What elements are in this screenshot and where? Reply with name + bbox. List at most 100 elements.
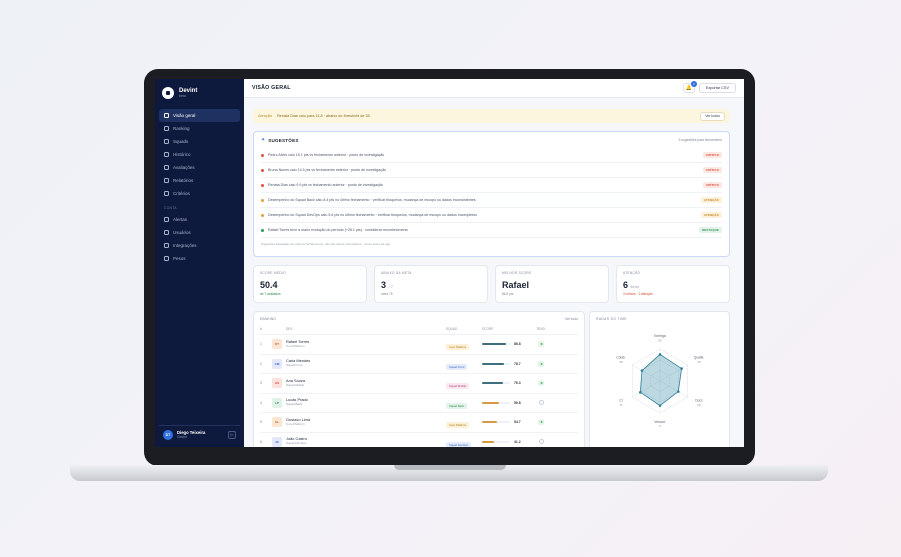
kpi-label: ABAIXO DA META: [381, 271, 412, 275]
squad-cell: Squad DevOps: [446, 433, 482, 447]
main-content: VISÃO GERAL 🔔 2 Exportar CSV Atenção Ren…: [244, 79, 744, 447]
sidebar-item-1-items2[interactable]: Usuários: [159, 226, 240, 239]
sidebar-item-0-items[interactable]: Visão geral: [159, 109, 240, 122]
radar-axis-value: 66: [697, 403, 701, 407]
kpi-value: 6 itens: [623, 280, 723, 290]
score-cell: 76.3: [482, 381, 534, 385]
kpi-card: ATENÇÃO 6 itens 3 críticos · 2 atenção: [616, 265, 730, 303]
alert-banner: Atenção Renata Dias caiu para 11.8 · aba…: [253, 109, 730, 123]
radar-axis-value: 83: [658, 339, 662, 343]
logout-icon[interactable]: ▷: [228, 430, 236, 439]
nav-icon: [164, 256, 169, 261]
status-dot: [261, 198, 264, 202]
sidebar-item-label: Usuários: [173, 230, 191, 235]
radar-axis-value: 78: [697, 360, 701, 364]
nav-icon: [164, 165, 169, 170]
avatar: LP: [272, 397, 282, 408]
score-cell: 78.7: [482, 362, 534, 366]
rank-avatar-cell: RT: [272, 339, 286, 350]
suggestion-row[interactable]: Renata Dias caiu 9.9 pts vs fechamento a…: [261, 178, 722, 193]
suggestion-row[interactable]: Desempenho do Squad DevOps caiu 5.6 pts …: [261, 208, 722, 223]
trend-cell: [534, 439, 548, 445]
avatar: CM: [272, 358, 282, 369]
rank-avatar-cell: AS: [272, 378, 286, 389]
sidebar-item-3-items[interactable]: Histórico: [159, 148, 240, 161]
suggestion-text: Bruna Nunes caiu 14.3 pts vs fechamento …: [268, 168, 387, 172]
status-dot: [261, 153, 264, 157]
score-cell: 59.8: [482, 401, 534, 405]
kpi-label: MELHOR SCORE: [502, 271, 532, 275]
trend-cell: ↑8: [534, 380, 548, 387]
suggestion-row[interactable]: Pedro Alves caiu 15.1 pts vs fechamento …: [261, 148, 722, 163]
laptop-notch: [394, 465, 506, 470]
radar-axis-label: CI: [619, 399, 622, 403]
sidebar-item-4-items[interactable]: Avaliações: [159, 161, 240, 174]
trend-badge: ↑8: [537, 380, 545, 387]
user-profile[interactable]: DT Diego Teixeira Gestor ▷: [159, 425, 240, 443]
table-row[interactable]: 5 GL Gustavo Lima Core Platform Core Platfor…: [260, 413, 578, 433]
squad-cell: Core Platform: [446, 335, 482, 353]
rank-position: 2: [260, 361, 262, 366]
score-bar: [482, 362, 510, 365]
suggestions-title: SUGESTÕES: [268, 137, 299, 143]
rank-avatar-cell: CM: [272, 358, 286, 369]
kpi-value-number: 6: [623, 280, 629, 290]
sidebar-item-5-items[interactable]: Relatórios: [159, 174, 240, 187]
rank-position: 1: [260, 342, 262, 347]
sidebar-item-0-items2[interactable]: Alertas: [159, 213, 240, 226]
notification-count: 2: [690, 81, 697, 87]
suggestion-row[interactable]: Rafael Torres teve a maior evolução do p…: [261, 223, 722, 238]
sidebar-item-1-items[interactable]: Ranking: [159, 122, 240, 135]
status-dot: [261, 213, 264, 217]
suggestion-text: Renata Dias caiu 9.9 pts vs fechamento a…: [268, 183, 383, 187]
col-squad[interactable]: SQUAD: [446, 327, 482, 331]
nav-icon: [164, 152, 169, 157]
sidebar-section-label: CONTA: [164, 206, 177, 210]
sidebar-item-6-items[interactable]: Critérios: [159, 187, 240, 200]
score-bar-fill: [482, 362, 505, 365]
trend-badge: ↑8: [537, 341, 545, 348]
suggestions-list: Pedro Alves caiu 15.1 pts vs fechamento …: [261, 148, 722, 238]
col-pos: #: [260, 327, 262, 331]
score-bar: [482, 343, 510, 346]
sidebar-item-3-items2[interactable]: Pesos: [159, 252, 240, 265]
suggestion-row[interactable]: Desempenho do Squad Back caiu 8.4 pts no…: [261, 193, 722, 208]
suggestion-row[interactable]: Bruna Nunes caiu 14.3 pts vs fechamento …: [261, 163, 722, 178]
col-score[interactable]: SCORE: [482, 327, 534, 331]
suggestion-text: Desempenho do Squad DevOps caiu 5.6 pts …: [268, 213, 477, 217]
status-dot: [261, 183, 264, 187]
table-row[interactable]: 3 AS Ana Souza Squad Mobile Squad Mobile 76.3…: [260, 374, 578, 394]
table-row[interactable]: 1 RT Rafael Torres Core Platform Core Platfo…: [260, 335, 578, 355]
radar-axis-value: 65: [619, 360, 623, 364]
view-all-alerts-button[interactable]: Ver todos: [700, 111, 725, 121]
col-dev[interactable]: DEV: [286, 327, 446, 331]
table-row[interactable]: 6 JC João Castro Squad DevOps Squad DevOps 41…: [260, 433, 578, 447]
radar-chart: Entrega83 Qualid.78 Docs66 Velocid.77 CI71 Co…: [616, 334, 704, 429]
table-row[interactable]: 2 CM Carla Mendes Squad Front Squad Front 78.…: [260, 355, 578, 374]
table-row[interactable]: 4 LP Lucas Prado Squad Back Squad Back 59.8: [260, 394, 578, 413]
kpi-subtext: 3 críticos · 2 atenção: [623, 292, 653, 296]
ranking-view-all-link[interactable]: Ver tudo: [565, 317, 578, 321]
score-value: 41.2: [514, 439, 521, 444]
radar-point: [680, 367, 683, 370]
score-bar-fill: [482, 440, 494, 443]
brand[interactable]: Devint beta: [159, 85, 240, 109]
sparkle-icon: ✦: [261, 137, 266, 143]
status-dot: [261, 168, 264, 172]
status-badge: DESTAQUE: [699, 227, 722, 233]
suggestion-text: Pedro Alves caiu 15.1 pts vs fechamento …: [268, 153, 385, 157]
sidebar-item-2-items[interactable]: Squads: [159, 135, 240, 148]
rank-avatar-cell: GL: [272, 417, 286, 428]
export-csv-button[interactable]: Exportar CSV: [698, 83, 736, 93]
score-bar-fill: [482, 401, 499, 404]
notification-bell-icon[interactable]: 🔔 2: [682, 81, 697, 93]
nav-icon: [164, 113, 169, 118]
score-value: 86.8: [514, 342, 521, 347]
squad-cell: Squad Back: [446, 394, 482, 412]
sidebar-item-2-items2[interactable]: Integrações: [159, 239, 240, 252]
score-cell: 86.8: [482, 342, 534, 346]
kpi-value: 3 / 7: [381, 280, 481, 290]
dev-cell: Carla Mendes Squad Front: [286, 359, 446, 368]
rank-position: 5: [260, 420, 262, 425]
app-screen: Devint beta Visão geral Ranking Squads Hist…: [155, 79, 744, 447]
